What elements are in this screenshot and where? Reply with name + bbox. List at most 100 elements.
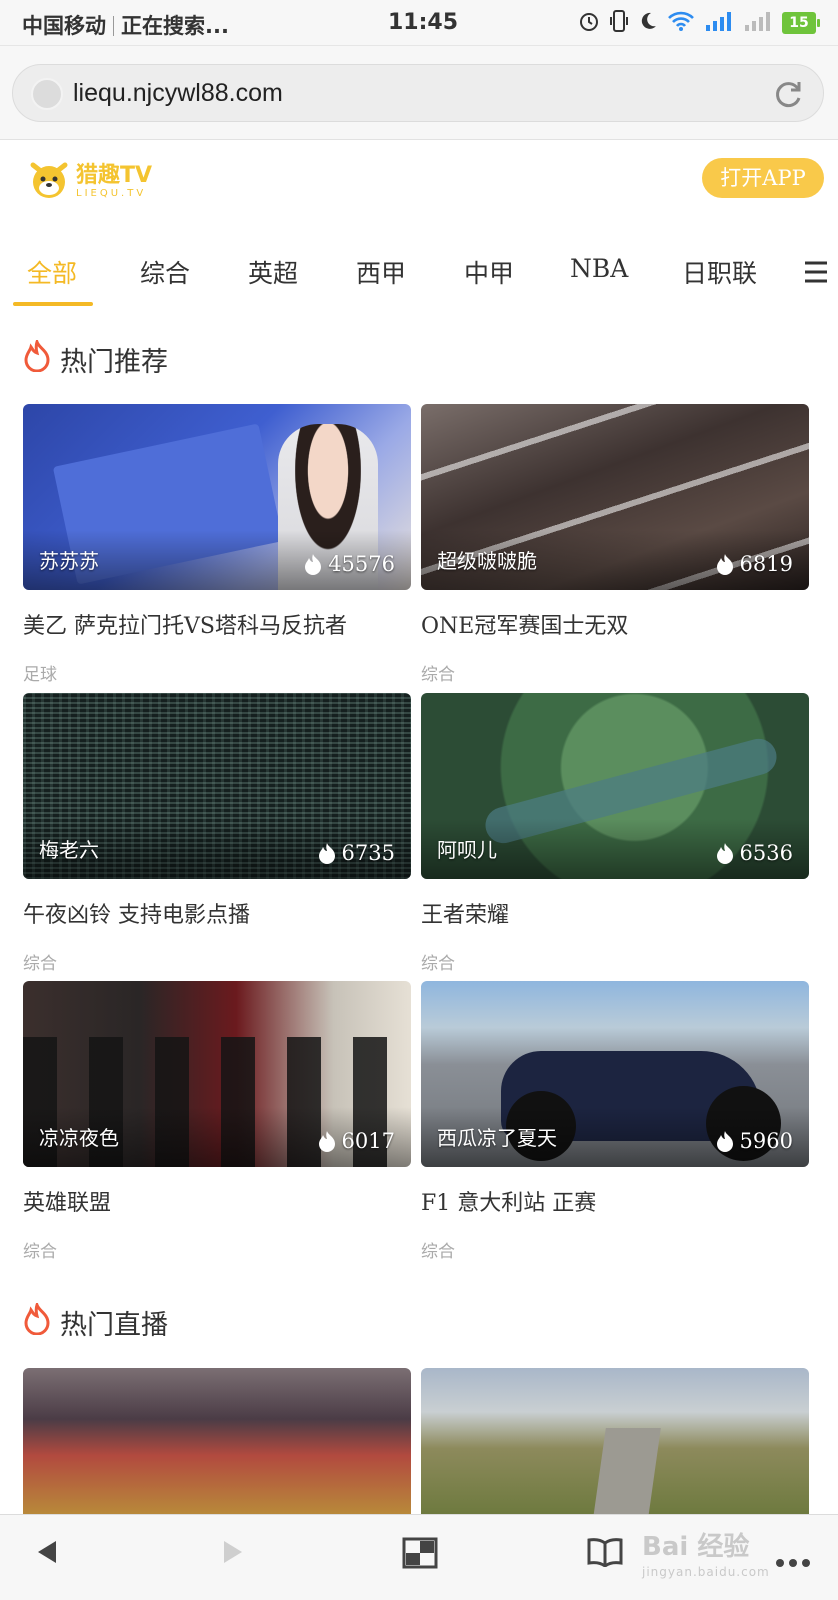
globe-icon	[31, 78, 63, 110]
thumbnail-road	[586, 1428, 661, 1514]
video-category: 综合	[421, 665, 455, 685]
tab-premier-league[interactable]: 英超	[248, 254, 298, 290]
video-thumbnail[interactable]: 凉凉夜色 6017	[23, 981, 411, 1167]
signal-icon	[704, 10, 734, 36]
streamer-name: 梅老六	[39, 838, 99, 862]
streamer-name: 苏苏苏	[39, 549, 99, 573]
view-count-value: 5960	[739, 1129, 793, 1153]
logo-text: 猎趣TV LIEQU.TV	[76, 165, 152, 199]
flame-icon	[716, 843, 733, 864]
video-title[interactable]: 美乙 萨克拉门托VS塔科马反抗者	[23, 608, 347, 640]
video-thumbnail[interactable]: 西瓜凉了夏天 5960	[421, 981, 809, 1167]
live-card[interactable]	[23, 1368, 411, 1514]
watermark-subtext: jingyan.baidu.com	[642, 1565, 770, 1579]
tab-nba[interactable]: NBA	[570, 254, 628, 283]
video-title[interactable]: 午夜凶铃 支持电影点播	[23, 897, 250, 929]
tab-general[interactable]: 综合	[140, 254, 190, 290]
streamer-name: 凉凉夜色	[39, 1126, 119, 1150]
forward-icon[interactable]	[218, 1537, 248, 1571]
view-count: 6017	[318, 1129, 395, 1153]
flame-icon	[318, 843, 335, 864]
view-count-value: 45576	[328, 552, 395, 576]
video-title[interactable]: 英雄联盟	[23, 1185, 111, 1217]
video-thumbnail[interactable]: 阿呗儿 6536	[421, 693, 809, 879]
category-tabs: 全部 综合 英超 西甲 中甲 NBA 日职联	[0, 250, 838, 310]
dog-logo-icon	[28, 159, 70, 205]
battery-indicator: 15	[782, 12, 820, 34]
view-count-value: 6735	[341, 841, 395, 865]
flame-icon	[305, 554, 322, 575]
site-logo[interactable]: 猎趣TV LIEQU.TV	[28, 158, 168, 206]
view-count: 6819	[716, 552, 793, 576]
alarm-icon	[578, 10, 600, 36]
tab-j-league[interactable]: 日职联	[682, 254, 757, 290]
video-title[interactable]: ONE冠军赛国士无双	[421, 608, 628, 640]
view-count: 5960	[716, 1129, 793, 1153]
live-card[interactable]	[421, 1368, 809, 1514]
video-category: 综合	[421, 1242, 455, 1262]
status-bar: 中国移动 正在搜索... 11:45 15	[0, 0, 838, 46]
address-bar[interactable]: liequ.njcywl88.com	[12, 64, 824, 122]
bookmarks-icon[interactable]	[586, 1537, 624, 1571]
back-icon[interactable]	[32, 1537, 62, 1571]
view-count-value: 6536	[739, 841, 793, 865]
view-count: 6536	[716, 841, 793, 865]
open-app-button[interactable]: 打开APP	[702, 158, 824, 198]
section-title: 热门直播	[60, 1310, 168, 1341]
view-count-value: 6819	[739, 552, 793, 576]
tab-all[interactable]: 全部	[27, 254, 77, 290]
baidu-watermark: Bai 经验 jingyan.baidu.com	[642, 1526, 792, 1586]
video-category: 综合	[23, 1242, 57, 1262]
live-thumbnail[interactable]	[421, 1368, 809, 1514]
section-title: 热门推荐	[60, 347, 168, 378]
streamer-name: 超级啵啵脆	[437, 549, 537, 573]
video-card[interactable]: 西瓜凉了夏天 5960 F1 意大利站 正赛 综合	[421, 981, 809, 1262]
video-thumbnail[interactable]: 苏苏苏 45576	[23, 404, 411, 590]
status-time: 11:45	[388, 10, 459, 35]
view-count-value: 6017	[341, 1129, 395, 1153]
hot-live-heading: 热门直播	[24, 1300, 168, 1342]
video-card[interactable]: 阿呗儿 6536 王者荣耀 综合	[421, 693, 809, 974]
video-thumbnail[interactable]: 梅老六 6735	[23, 693, 411, 879]
carrier-label: 中国移动	[22, 14, 106, 38]
video-category: 足球	[23, 665, 57, 685]
live-thumbnail[interactable]	[23, 1368, 411, 1514]
video-category: 综合	[23, 954, 57, 974]
fire-icon	[24, 1300, 50, 1342]
menu-icon[interactable]	[804, 260, 828, 288]
vibrate-icon	[609, 9, 629, 37]
hot-recommend-heading: 热门推荐	[24, 337, 168, 379]
moon-icon	[638, 10, 658, 36]
refresh-icon[interactable]	[771, 77, 805, 115]
tabs-icon[interactable]	[402, 1537, 438, 1573]
logo-subtitle: LIEQU.TV	[76, 188, 147, 199]
video-thumbnail[interactable]: 超级啵啵脆 6819	[421, 404, 809, 590]
url-text[interactable]: liequ.njcywl88.com	[73, 79, 283, 108]
video-card[interactable]: 凉凉夜色 6017 英雄联盟 综合	[23, 981, 411, 1262]
video-category: 综合	[421, 954, 455, 974]
video-card[interactable]: 超级啵啵脆 6819 ONE冠军赛国士无双 综合	[421, 404, 809, 685]
browser-toolbar: liequ.njcywl88.com	[0, 46, 838, 140]
view-count: 6735	[318, 841, 395, 865]
video-title[interactable]: 王者荣耀	[421, 897, 509, 929]
status-divider	[113, 16, 114, 36]
streamer-name: 西瓜凉了夏天	[437, 1126, 557, 1150]
video-title[interactable]: F1 意大利站 正赛	[421, 1185, 596, 1217]
signal-2-icon	[743, 10, 773, 36]
network-status: 正在搜索...	[121, 14, 229, 38]
tab-china-league-one[interactable]: 中甲	[464, 254, 514, 290]
video-card[interactable]: 梅老六 6735 午夜凶铃 支持电影点播 综合	[23, 693, 411, 974]
streamer-name: 阿呗儿	[437, 838, 497, 862]
fire-icon	[24, 337, 50, 379]
status-icons: 15	[578, 8, 820, 38]
wifi-icon	[667, 10, 695, 36]
video-card[interactable]: 苏苏苏 45576 美乙 萨克拉门托VS塔科马反抗者 足球	[23, 404, 411, 685]
active-tab-indicator	[13, 302, 93, 306]
flame-icon	[318, 1131, 335, 1152]
tab-la-liga[interactable]: 西甲	[356, 254, 406, 290]
watermark-text: Bai 经验	[642, 1532, 750, 1562]
flame-icon	[716, 554, 733, 575]
view-count: 45576	[304, 552, 395, 576]
status-left: 中国移动 正在搜索...	[22, 10, 229, 40]
flame-icon	[716, 1131, 733, 1152]
